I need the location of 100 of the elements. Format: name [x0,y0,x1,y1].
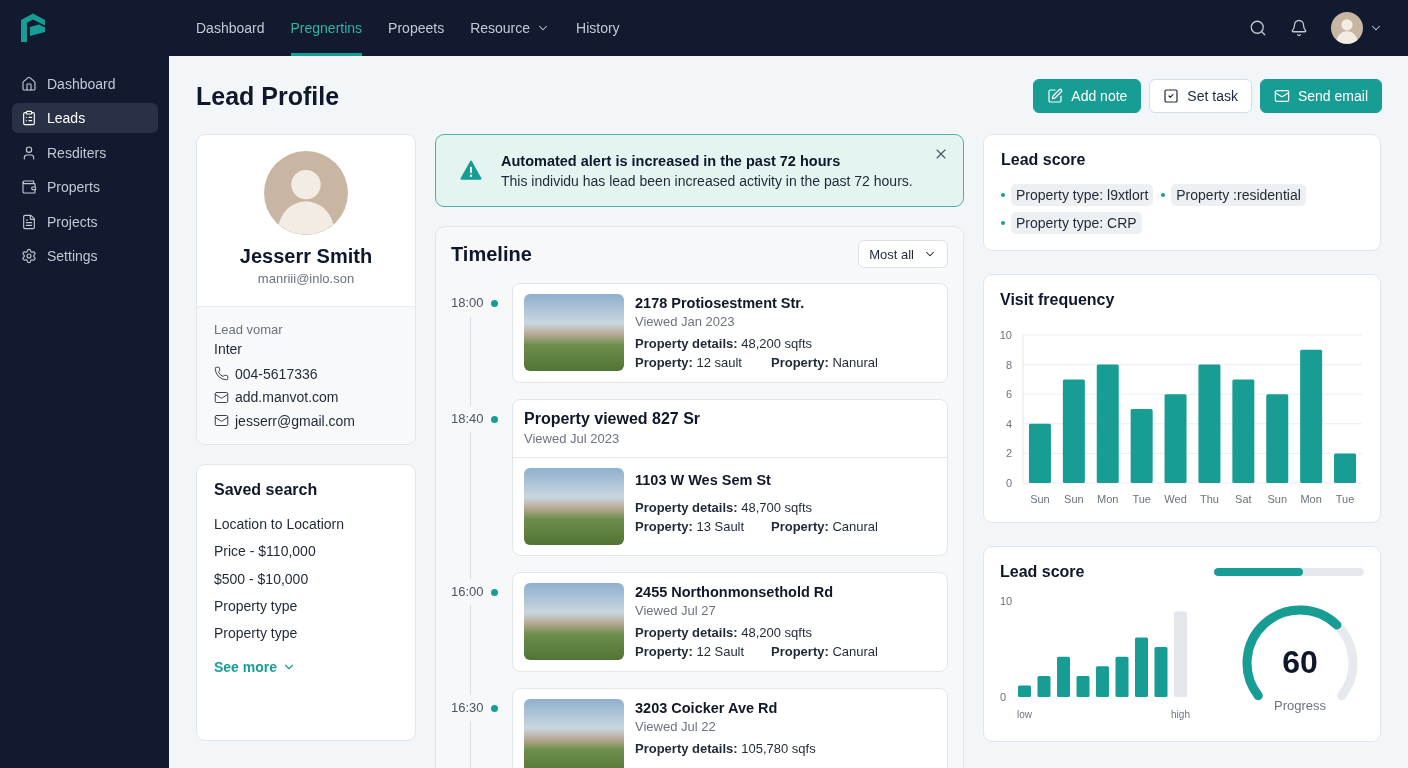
axis-tick-label: Mon [1300,493,1322,505]
axis-tick-label: Sun [1064,493,1084,505]
sidebar-item[interactable]: Settings [12,240,158,271]
clipboard-list-icon [21,110,37,127]
nav-link[interactable]: History [576,0,620,56]
sidebar-item[interactable]: Resditers [12,137,158,168]
property-tag: Property :residential [1171,184,1306,206]
nav-link[interactable]: Propeets [388,0,445,56]
axis-tick-label: Mon [1097,493,1119,505]
contact-value: jesserr@gmail.com [235,411,355,431]
property-tag: Property type: CRP [1011,212,1142,234]
gauge-label: Progress [1274,698,1326,714]
alert-title: Automated alert is increased in the past 72 hours [501,151,842,171]
sidebar-item[interactable]: Leads [12,103,158,134]
action-button[interactable]: Set task [1149,79,1252,113]
chart-bar [1154,647,1168,697]
saved-search-item: Price - $110,000 [214,542,317,562]
saved-search-item: Property type [214,624,299,644]
alert-message: This individu has lead been increased activity in the past 72 hours. [501,171,914,191]
lead-name: Jesserr Smith [239,244,373,268]
axis-tick-label: 8 [1005,358,1012,371]
property-feature: Property: Canural [771,518,878,536]
property-feature: Property: 12 Sault [635,643,746,661]
property-address: 3203 Coicker Ave Rd [635,699,779,717]
nav-link[interactable]: Dashboard [196,0,265,56]
lead-source-label: Lead vomar [214,321,284,339]
property-details: Property details: 48,200 sqfts [635,624,814,642]
viewed-date: Viewed Jan 2023 [635,313,736,331]
mail-icon [1273,88,1290,104]
avatar-icon[interactable] [1331,12,1363,44]
panel-title: Timeline [451,242,532,266]
axis-tick-label: Thu [1199,493,1219,505]
contact-value: 004-5617336 [235,364,318,384]
saved-search-item: Property type [214,596,299,616]
sidebar-item[interactable]: Projects [12,206,158,237]
gauge-value: 60 [1282,644,1318,680]
axis-tick-label: 10 [1000,596,1013,607]
check-square-icon [1163,88,1180,104]
chart-bar [1334,453,1357,483]
property-tag: Property type: l9xtlort [1011,184,1154,206]
chart-bar [1115,656,1129,697]
saved-search-item: Location to Locatiorn [214,515,345,534]
viewed-date: Viewed Jul 2023 [524,430,621,448]
home-icon [21,76,37,92]
property-feature: Property: Nanural [771,354,878,372]
property-address: 2178 Protiosestment Str. [635,294,806,312]
card-title: Visit frequency [1000,290,1116,310]
property-details: Property details: 105,780 sqfs [635,740,816,758]
timeline-marker-icon [490,704,498,712]
bullet-icon [1001,193,1005,197]
property-feature: Property: 12 sault [635,354,743,372]
property-feature: Property: 13 Sault [635,518,746,536]
viewed-date: Viewed Jul 27 [635,602,717,620]
chart-bar [1135,637,1148,697]
warning-icon [460,160,482,181]
timeline-time: 16:30 [451,695,484,721]
axis-tick-label: 0 [1005,477,1012,489]
lead-email: manriii@inlo.son [257,271,355,287]
document-icon [21,213,37,230]
logo-icon[interactable] [20,13,46,43]
axis-tick-label: 4 [1005,417,1012,430]
edit-icon [1047,88,1064,104]
chart-bar [1018,685,1031,697]
saved-search-item: $500 - $10,000 [214,569,310,589]
axis-tick-label: Wed [1164,493,1187,505]
property-details: Property details: 48,700 sqfts [635,499,814,517]
sidebar-item[interactable]: Dashboard [12,69,158,99]
property-feature: Property: Canural [771,643,878,661]
axis-tick-label: Sun [1267,493,1288,505]
viewed-date: Viewed Jul 22 [635,718,717,736]
chart-bar [1028,423,1051,483]
axis-tick-label: 10 [1000,329,1012,341]
nav-link[interactable]: Pregnertins [290,0,363,56]
bell-icon[interactable] [1290,19,1308,37]
axis-tick-label: Tue [1132,493,1151,505]
contact-value: add.manvot.com [235,388,339,407]
axis-tick-label: Tue [1335,493,1355,505]
mail-icon [214,413,229,428]
property-address: 2455 Northonmonsethold Rd [635,583,835,601]
timeline-marker-icon [490,299,498,307]
timeline-marker-icon [490,588,498,596]
bullet-icon [1161,193,1166,197]
axis-tick-label: 2 [1005,447,1012,460]
mail-icon [214,389,229,405]
chart-bar [1076,675,1090,697]
avatar-icon [264,151,348,235]
activity-title: Property viewed 827 Sr [524,409,702,429]
axis-tick-label: Sun [1030,493,1050,505]
nav-link[interactable]: Resource [470,0,551,56]
filter-dropdown[interactable]: Most all [858,240,948,268]
chart-bar [1037,675,1051,697]
card-title: Saved search [214,480,319,500]
sidebar-item[interactable]: Properts [12,172,158,203]
search-icon[interactable] [1249,19,1267,37]
timeline-marker-icon [490,415,498,423]
axis-tick-label: high [1171,709,1190,720]
property-address: 1103 W Wes Sem St [635,471,772,489]
axis-tick-label: 0 [1000,691,1007,703]
axis-tick-label: 6 [1005,388,1012,401]
phone-icon [214,366,229,381]
